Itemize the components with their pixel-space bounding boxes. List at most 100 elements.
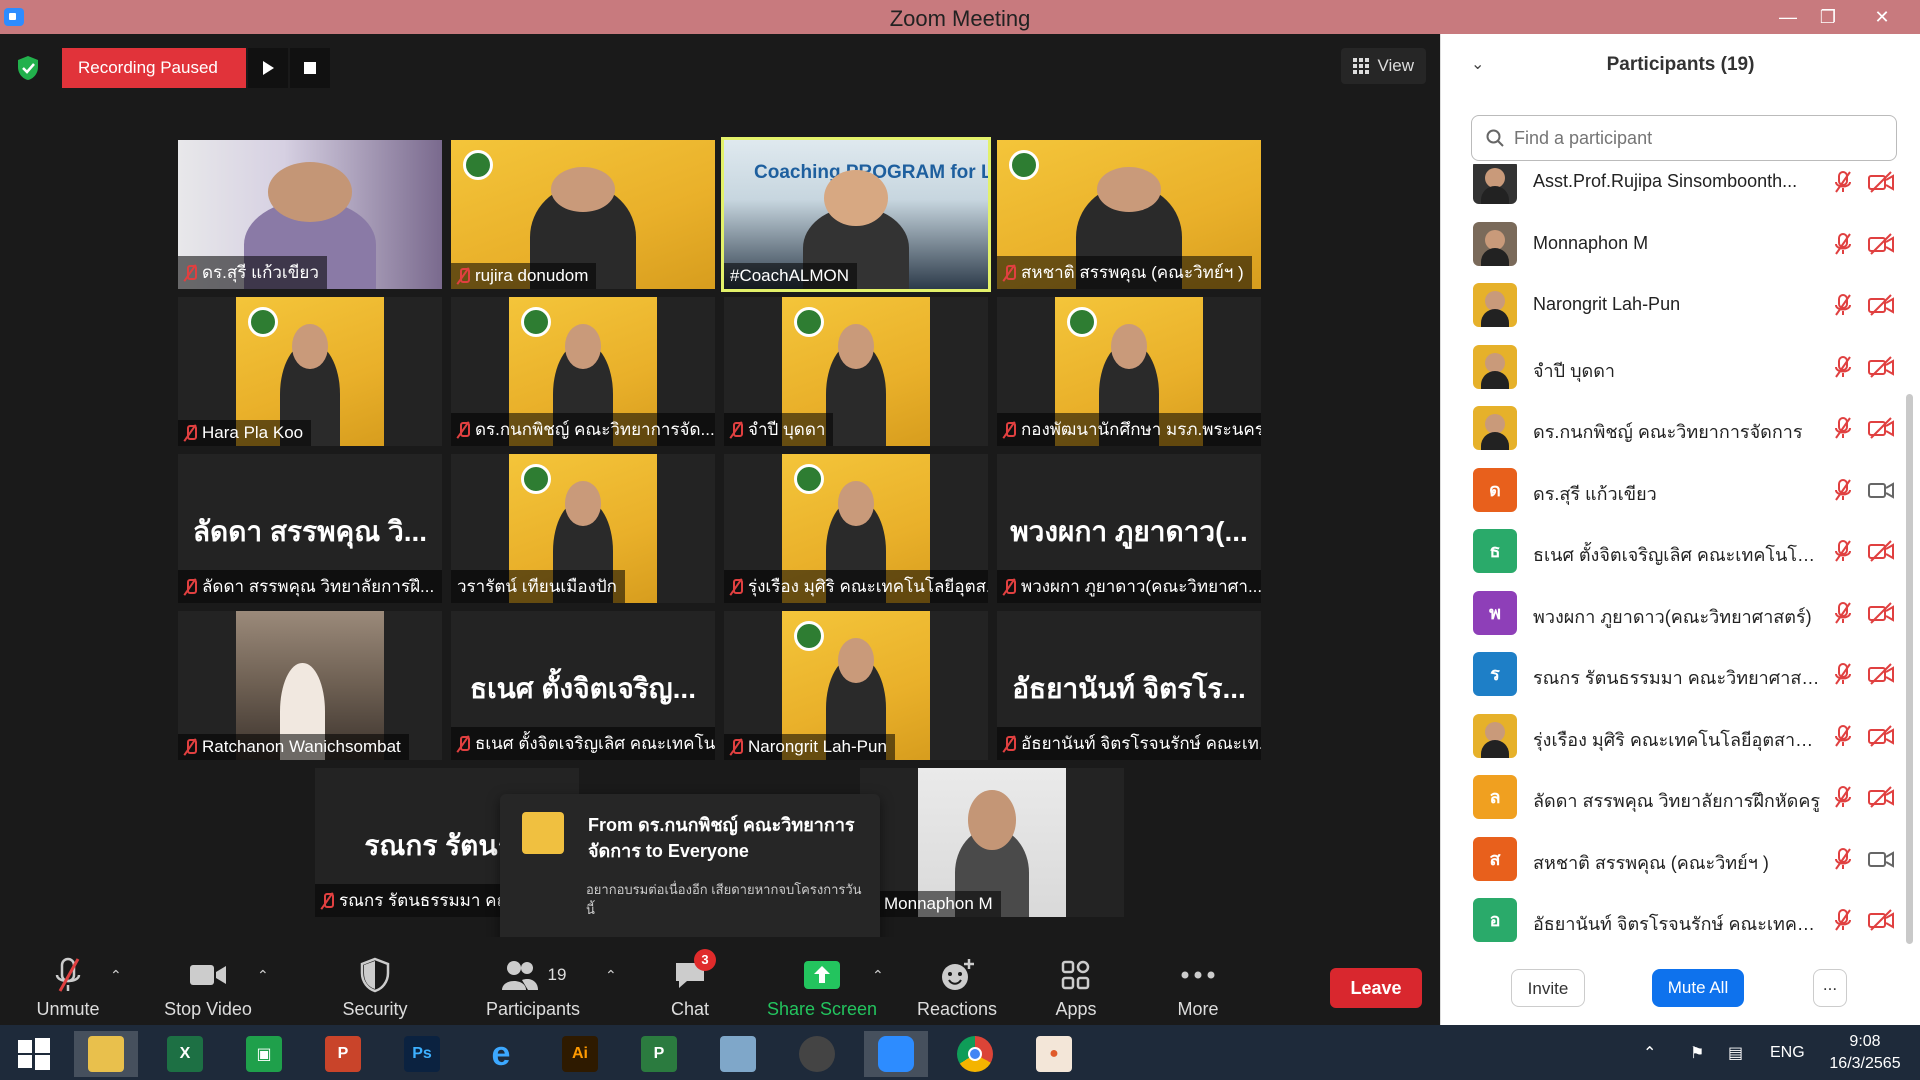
taskbar-chrome-icon[interactable]: [943, 1031, 1007, 1077]
video-tile[interactable]: กองพัฒนานักศึกษา มรภ.พระนคร: [997, 297, 1261, 446]
participant-row[interactable]: ล ลัดดา สรรพคุณ วิทยาลัยการฝึกหัดครู: [1441, 763, 1911, 824]
invite-button[interactable]: Invite: [1511, 969, 1585, 1007]
tray-network-icon[interactable]: ▤: [1728, 1025, 1743, 1080]
video-tile[interactable]: จำปี บุดดา: [724, 297, 988, 446]
participant-row[interactable]: ส สหชาติ สรรพคุณ (คณะวิทย์ฯ ): [1441, 825, 1911, 886]
mic-muted-icon[interactable]: [1831, 724, 1855, 748]
video-tile[interactable]: อัธยานันท์ จิตรโร... อัธยานันท์ จิตรโรจนร…: [997, 611, 1261, 760]
video-tile[interactable]: Monnaphon M: [860, 768, 1124, 917]
video-off-icon[interactable]: [1867, 662, 1895, 686]
participant-row[interactable]: รุ่งเรือง มุศิริ คณะเทคโนโลยีอุตสาหกรรม: [1441, 702, 1911, 763]
taskbar-file-explorer-icon[interactable]: [74, 1031, 138, 1077]
leave-button[interactable]: Leave: [1330, 968, 1422, 1008]
tray-language[interactable]: ENG: [1770, 1025, 1805, 1080]
mic-muted-icon[interactable]: [1831, 170, 1855, 194]
video-on-icon[interactable]: [1867, 478, 1895, 502]
panel-more-button[interactable]: ...: [1813, 969, 1847, 1007]
security-button[interactable]: Security: [330, 955, 420, 1020]
participant-row[interactable]: Asst.Prof.Rujipa Sinsomboonth...: [1441, 164, 1911, 209]
mic-muted-icon[interactable]: [1831, 232, 1855, 256]
share-options-caret-icon[interactable]: ⌃: [872, 967, 884, 984]
video-tile[interactable]: ดร.กนกพิชญ์ คณะวิทยาการจัด...: [451, 297, 715, 446]
participant-row[interactable]: Monnaphon M: [1441, 210, 1911, 271]
video-off-icon[interactable]: [1867, 293, 1895, 317]
close-icon[interactable]: ✕: [1860, 2, 1904, 32]
mic-muted-icon[interactable]: [1831, 416, 1855, 440]
video-tile[interactable]: Narongrit Lah-Pun: [724, 611, 988, 760]
video-tile[interactable]: สหชาติ สรรพคุณ (คณะวิทย์ฯ ): [997, 140, 1261, 289]
video-tile[interactable]: rujira donudom: [451, 140, 715, 289]
taskbar-store-icon[interactable]: ▣: [232, 1031, 296, 1077]
tray-flag-icon[interactable]: ⚑: [1690, 1025, 1704, 1080]
participants-caret-icon[interactable]: ⌃: [605, 967, 617, 984]
video-tile[interactable]: รุ่งเรือง มุศิริ คณะเทคโนโลยีอุตส...: [724, 454, 988, 603]
video-off-icon[interactable]: [1867, 170, 1895, 194]
participant-list-scrollbar[interactable]: [1906, 394, 1913, 944]
video-options-caret-icon[interactable]: ⌃: [257, 967, 269, 984]
video-tile[interactable]: Ratchanon Wanichsombat: [178, 611, 442, 760]
participant-search-input[interactable]: [1514, 127, 1874, 149]
taskbar-notes-icon[interactable]: [706, 1031, 770, 1077]
video-tile[interactable]: วรารัตน์ เทียนเมืองปัก: [451, 454, 715, 603]
video-off-icon[interactable]: [1867, 232, 1895, 256]
stop-video-button[interactable]: Stop Video: [158, 955, 258, 1020]
taskbar-project-icon[interactable]: P: [627, 1031, 691, 1077]
resume-recording-button[interactable]: [247, 48, 288, 88]
taskbar-zoom-icon[interactable]: [864, 1031, 928, 1077]
participant-row[interactable]: Narongrit Lah-Pun: [1441, 271, 1911, 332]
participant-row[interactable]: ด ดร.สุรี แก้วเขียว: [1441, 456, 1911, 517]
start-windows-icon[interactable]: [2, 1031, 66, 1077]
mic-muted-icon[interactable]: [1831, 293, 1855, 317]
chat-notification[interactable]: From ดร.กนกพิชญ์ คณะวิทยาการจัดการ to Ev…: [500, 794, 880, 956]
taskbar-powerpoint-icon[interactable]: P: [311, 1031, 375, 1077]
taskbar-internet-explorer-icon[interactable]: e: [469, 1031, 533, 1077]
mic-muted-icon[interactable]: [1831, 785, 1855, 809]
taskbar-excel-icon[interactable]: X: [153, 1031, 217, 1077]
video-off-icon[interactable]: [1867, 908, 1895, 932]
minimize-icon[interactable]: —: [1766, 2, 1810, 32]
audio-options-caret-icon[interactable]: ⌃: [110, 967, 122, 984]
participant-row[interactable]: ร รณกร รัตนธรรมมา คณะวิทยาศาสตร์ฯ: [1441, 640, 1911, 701]
apps-button[interactable]: Apps: [1036, 955, 1116, 1020]
video-off-icon[interactable]: [1867, 539, 1895, 563]
mic-muted-icon[interactable]: [1831, 539, 1855, 563]
video-tile[interactable]: ดร.สุรี แก้วเขียว: [178, 140, 442, 289]
tray-overflow-caret-icon[interactable]: ⌃: [1643, 1025, 1656, 1080]
video-tile[interactable]: Coaching PROGRAM for Lecturer#CoachALMON: [721, 137, 991, 292]
video-off-icon[interactable]: [1867, 785, 1895, 809]
mic-muted-icon[interactable]: [1831, 908, 1855, 932]
chat-button[interactable]: 3 Chat: [650, 949, 730, 1020]
mic-muted-icon[interactable]: [1831, 601, 1855, 625]
taskbar-photos-icon[interactable]: ●: [1022, 1031, 1086, 1077]
mic-muted-icon[interactable]: [1831, 847, 1855, 871]
video-off-icon[interactable]: [1867, 724, 1895, 748]
video-tile[interactable]: Hara Pla Koo: [178, 297, 442, 446]
mute-all-button[interactable]: Mute All: [1652, 969, 1744, 1007]
taskbar-photoscape-icon[interactable]: [785, 1031, 849, 1077]
more-button[interactable]: More: [1158, 955, 1238, 1020]
video-off-icon[interactable]: [1867, 355, 1895, 379]
mic-muted-icon[interactable]: [1831, 662, 1855, 686]
share-screen-button[interactable]: Share Screen: [762, 955, 882, 1020]
participant-row[interactable]: ธ ธเนศ ตั้งจิตเจริญเลิศ คณะเทคโนโลยีอุ...: [1441, 517, 1911, 578]
video-tile[interactable]: ลัดดา สรรพคุณ วิ... ลัดดา สรรพคุณ วิทยาลั…: [178, 454, 442, 603]
participant-search-box[interactable]: [1471, 115, 1897, 161]
restore-icon[interactable]: ❐: [1806, 2, 1850, 32]
participant-row[interactable]: อ อัธยานันท์ จิตรโรจนรักษ์ คณะเทคโนโลยี..…: [1441, 886, 1911, 947]
participant-row[interactable]: ดร.กนกพิชญ์ คณะวิทยาการจัดการ: [1441, 394, 1911, 455]
video-tile[interactable]: ธเนศ ตั้งจิตเจริญ... ธเนศ ตั้งจิตเจริญเลิ…: [451, 611, 715, 760]
mic-muted-icon[interactable]: [1831, 478, 1855, 502]
participant-row[interactable]: จำปี บุดดา: [1441, 333, 1911, 394]
participants-button[interactable]: 19 Participants: [478, 955, 588, 1020]
unmute-button[interactable]: Unmute: [22, 955, 114, 1020]
reactions-button[interactable]: Reactions: [910, 955, 1004, 1020]
video-on-icon[interactable]: [1867, 847, 1895, 871]
video-off-icon[interactable]: [1867, 416, 1895, 440]
participant-row[interactable]: พ พวงผกา ภูยาดาว(คณะวิทยาศาสตร์): [1441, 579, 1911, 640]
video-tile[interactable]: พวงผกา ภูยาดาว(... พวงผกา ภูยาดาว(คณะวิทย…: [997, 454, 1261, 603]
mic-muted-icon[interactable]: [1831, 355, 1855, 379]
security-shield-icon[interactable]: [14, 54, 42, 82]
video-off-icon[interactable]: [1867, 601, 1895, 625]
view-button[interactable]: View: [1341, 48, 1426, 84]
taskbar-photoshop-icon[interactable]: Ps: [390, 1031, 454, 1077]
